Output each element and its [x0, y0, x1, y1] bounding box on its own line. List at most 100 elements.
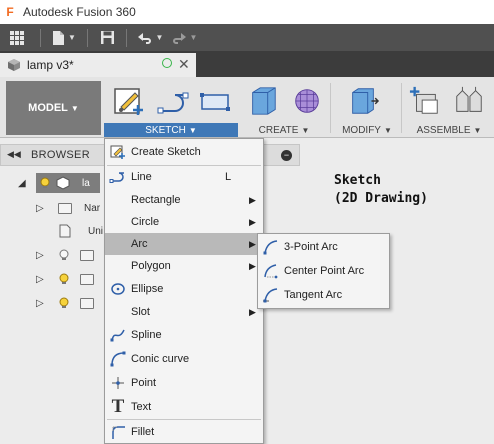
separator — [330, 83, 331, 133]
annotation-line-1: Sketch — [334, 173, 381, 188]
undo-button[interactable]: ▼ — [133, 24, 167, 51]
line-tool-icon[interactable] — [155, 85, 191, 117]
browser-folder-row[interactable]: ▷ — [36, 292, 94, 314]
menu-item-point[interactable]: Point — [105, 372, 263, 394]
menu-item-circle[interactable]: Circle ▶ — [105, 211, 263, 233]
document-tab-label: lamp v3* — [27, 58, 74, 72]
chevron-down-icon: ▼ — [155, 33, 164, 42]
menu-item-label: Ellipse — [131, 283, 164, 295]
separator — [107, 419, 261, 420]
menu-item-fillet[interactable]: Fillet — [105, 421, 263, 443]
menu-item-label: Point — [131, 377, 157, 389]
assemble-menu-button[interactable]: ASSEMBLE ▼ — [404, 123, 494, 137]
annotation-line-2: (2D Drawing) — [334, 191, 428, 206]
workspace-switcher[interactable]: MODEL ▼ — [6, 81, 101, 135]
expand-arrow-icon[interactable]: ▷ — [36, 250, 46, 261]
fusion-logo-icon: F — [6, 5, 14, 19]
menu-item-label: Polygon — [131, 260, 171, 272]
folder-icon — [58, 202, 72, 214]
browser-folder-row[interactable]: ▷ — [36, 244, 94, 266]
submenu-arrow-icon: ▶ — [249, 260, 256, 271]
sketch-dropdown-menu: Create Sketch Line L Rectangle ▶ Circle … — [104, 138, 264, 444]
menu-item-tangent-arc[interactable]: Tangent Arc — [258, 283, 389, 307]
title-bar: F Autodesk Fusion 360 — [0, 0, 494, 24]
menu-item-3-point-arc[interactable]: 3-Point Arc — [258, 235, 389, 259]
named-views-label: Nar — [84, 202, 101, 214]
quick-access-toolbar: ▼ ▼ ▼ — [0, 24, 494, 51]
menu-item-rectangle[interactable]: Rectangle ▶ — [105, 189, 263, 211]
root-component-label: la — [82, 177, 90, 189]
chevron-down-icon: ▼ — [189, 33, 198, 42]
app-title: Autodesk Fusion 360 — [23, 5, 136, 19]
center-point-arc-icon — [262, 262, 280, 280]
expand-arrow-icon[interactable]: ▷ — [36, 274, 46, 285]
visibility-bulb-icon[interactable] — [58, 249, 70, 261]
chevron-down-icon: ▼ — [383, 125, 392, 135]
expand-arrow-icon[interactable]: ▷ — [36, 203, 46, 214]
menu-item-label: Tangent Arc — [284, 289, 343, 301]
three-point-arc-icon — [262, 238, 280, 256]
close-tab-icon[interactable]: ✕ — [178, 56, 190, 73]
visibility-bulb-icon[interactable] — [58, 273, 70, 285]
fillet-icon — [109, 423, 127, 441]
create-menu-button[interactable]: CREATE ▼ — [244, 123, 324, 137]
form-tool-icon[interactable] — [290, 85, 324, 117]
browser-folder-row[interactable]: ▷ — [36, 268, 94, 290]
component-icon — [8, 59, 20, 71]
sketch-group-label: SKETCH — [145, 124, 186, 136]
fusion-window: F Autodesk Fusion 360 ▼ ▼ ▼ lamp v3* ✕ M… — [0, 0, 494, 444]
arc-submenu: 3-Point Arc Center Point Arc Tangent Arc — [257, 233, 390, 309]
modify-menu-button[interactable]: MODIFY ▼ — [334, 123, 400, 137]
menu-item-conic-curve[interactable]: Conic curve — [105, 348, 263, 370]
browser-doc-settings-row[interactable]: Uni — [56, 220, 103, 242]
extrude-tool-icon[interactable] — [246, 85, 280, 117]
press-pull-tool-icon[interactable] — [346, 85, 380, 117]
menu-item-text[interactable]: T Text — [105, 396, 263, 418]
menu-item-label: Line — [131, 171, 152, 183]
collapse-panel-icon[interactable]: ◀◀ — [7, 149, 21, 160]
save-button[interactable] — [94, 24, 120, 51]
modify-group-label: MODIFY — [342, 124, 381, 136]
file-menu-button[interactable]: ▼ — [47, 24, 81, 51]
expand-triangle-icon[interactable]: ◢ — [18, 178, 28, 189]
visibility-bulb-icon[interactable] — [58, 297, 70, 309]
point-icon — [109, 374, 127, 392]
rectangle-tool-icon[interactable] — [198, 85, 232, 117]
joint-tool-icon[interactable] — [452, 85, 486, 117]
separator — [87, 28, 88, 47]
sketch-menu-button[interactable]: SKETCH ▼ — [104, 123, 238, 137]
menu-item-arc[interactable]: Arc ▶ — [105, 233, 263, 255]
redo-button[interactable]: ▼ — [167, 24, 201, 51]
text-icon: T — [111, 396, 125, 417]
browser-folder-row[interactable]: ▷ Nar — [36, 197, 100, 219]
document-tab[interactable]: lamp v3* ✕ — [0, 53, 196, 77]
expand-arrow-icon[interactable]: ▷ — [36, 298, 46, 309]
component-icon — [56, 176, 70, 190]
units-label: Uni — [88, 225, 104, 237]
selected-root-highlight: la — [36, 173, 100, 193]
menu-item-center-point-arc[interactable]: Center Point Arc — [258, 259, 389, 283]
menu-item-slot[interactable]: Slot ▶ — [105, 301, 263, 323]
submenu-arrow-icon: ▶ — [249, 238, 256, 249]
separator — [126, 28, 127, 47]
undo-icon — [137, 32, 151, 44]
visibility-bulb-icon[interactable] — [39, 177, 51, 189]
minimize-panel-icon[interactable]: − — [281, 150, 292, 161]
menu-item-label: Center Point Arc — [284, 265, 365, 277]
chevron-down-icon: ▼ — [68, 33, 76, 42]
menu-item-create-sketch[interactable]: Create Sketch — [105, 141, 263, 163]
tangent-arc-icon — [262, 286, 280, 304]
menu-item-line[interactable]: Line L — [105, 166, 263, 188]
chevron-down-icon: ▼ — [301, 125, 310, 135]
toolbar-ribbon: MODEL ▼ SKETCH ▼ CREATE ▼ MODIFY ▼ ASSEM… — [0, 77, 494, 138]
data-panel-button[interactable] — [0, 24, 34, 51]
create-sketch-tool-icon[interactable] — [113, 85, 147, 117]
menu-item-polygon[interactable]: Polygon ▶ — [105, 255, 263, 277]
ellipse-icon — [109, 280, 127, 298]
browser-root-node[interactable]: ◢ la — [18, 172, 100, 194]
menu-item-spline[interactable]: Spline — [105, 324, 263, 346]
grid-icon — [10, 30, 24, 45]
chevron-down-icon: ▼ — [188, 125, 197, 135]
menu-item-ellipse[interactable]: Ellipse — [105, 278, 263, 300]
new-component-tool-icon[interactable] — [408, 85, 442, 117]
